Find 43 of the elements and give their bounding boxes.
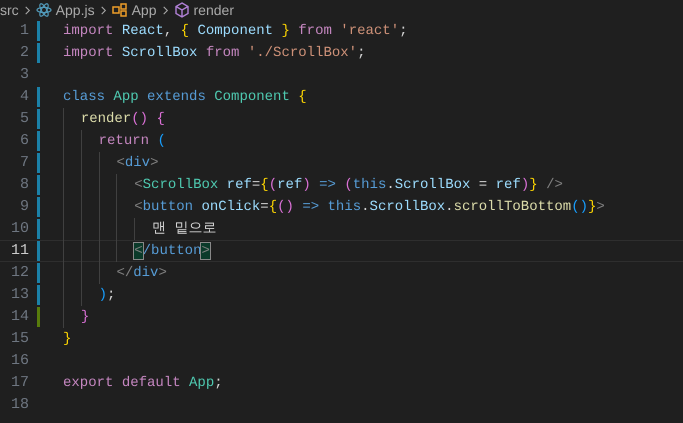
chevron-right-icon xyxy=(160,6,170,14)
line-number: 10 xyxy=(10,219,29,239)
line-number: 13 xyxy=(10,285,29,305)
line-number: 18 xyxy=(10,395,29,415)
code-line: </div> xyxy=(63,263,167,283)
class-icon xyxy=(112,3,128,17)
line-number: 3 xyxy=(18,65,29,85)
breadcrumb-item[interactable]: App xyxy=(132,1,157,19)
breadcrumb-item[interactable]: src xyxy=(0,1,19,19)
code-line: } xyxy=(63,330,72,349)
line-number: 2 xyxy=(18,43,29,63)
code-line: import React, { Component } from 'react'; xyxy=(63,22,408,41)
code-line: } xyxy=(63,307,90,327)
cube-icon xyxy=(174,2,190,18)
line-number: 17 xyxy=(10,373,29,393)
line-number: 6 xyxy=(18,131,29,151)
line-number: 7 xyxy=(18,153,29,173)
code-line: <div> xyxy=(63,153,158,173)
line-number: 14 xyxy=(10,307,29,327)
react-atom-icon xyxy=(36,3,52,17)
code-line: return ( xyxy=(63,131,166,151)
code-line: class App extends Component { xyxy=(63,88,307,107)
code-line: ); xyxy=(63,285,116,305)
line-number: 8 xyxy=(18,175,29,195)
line-number: 12 xyxy=(10,263,29,283)
chevron-right-icon xyxy=(22,6,32,14)
code-line: <button onClick={() => this.ScrollBox.scrollToBottom()}> xyxy=(63,197,605,217)
code-line: </button> xyxy=(63,241,210,261)
chevron-right-icon xyxy=(98,6,108,14)
line-number: 15 xyxy=(10,329,29,349)
code-line: 맨 밑으로 xyxy=(63,219,216,239)
line-number: 9 xyxy=(18,197,29,217)
breadcrumb-item[interactable]: render xyxy=(194,1,234,19)
code-line: render() { xyxy=(63,109,165,129)
line-number: 11 xyxy=(10,241,29,261)
line-number: 5 xyxy=(18,109,29,129)
line-number: 4 xyxy=(18,87,29,107)
code-line: <ScrollBox ref={(ref) => (this.ScrollBox = ref)} /> xyxy=(63,175,563,195)
breadcrumb-item[interactable]: App.js xyxy=(56,1,95,19)
line-number: 16 xyxy=(10,351,29,371)
code-line: export default App; xyxy=(63,374,223,393)
code-line: import ScrollBox from './ScrollBox'; xyxy=(63,44,366,63)
line-number: 1 xyxy=(18,21,29,41)
